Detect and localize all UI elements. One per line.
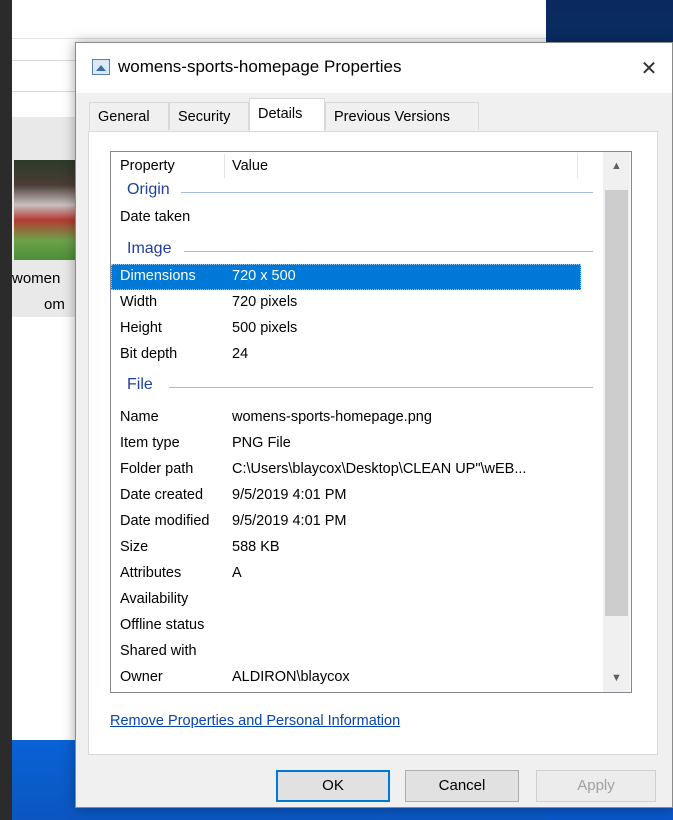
property-name: Width: [120, 294, 158, 310]
tab-general[interactable]: General: [89, 102, 169, 130]
list-item[interactable]: Offline status: [111, 613, 581, 639]
group-divider: [181, 192, 593, 193]
list-body: Origin Date taken Image Dimensions 720 x…: [111, 179, 603, 692]
properties-dialog: womens-sports-homepage Properties ✕ Gene…: [75, 42, 673, 808]
property-name: Date created: [120, 487, 204, 503]
list-item[interactable]: Height 500 pixels: [111, 316, 581, 342]
property-value: 720 x 500: [232, 268, 296, 284]
group-label: File: [127, 376, 159, 394]
column-divider[interactable]: [224, 154, 225, 178]
property-value: 9/5/2019 4:01 PM: [232, 513, 347, 529]
list-item[interactable]: Date taken: [111, 205, 581, 231]
list-item[interactable]: Date created 9/5/2019 4:01 PM: [111, 483, 581, 509]
scroll-up-icon[interactable]: ▲: [603, 152, 630, 180]
group-divider: [169, 387, 593, 388]
thumbnail-label-line2: om: [44, 296, 65, 313]
group-header-image: Image: [111, 238, 593, 264]
property-value: PNG File: [232, 435, 291, 451]
group-label: Image: [127, 240, 178, 258]
property-name: Owner: [120, 669, 163, 685]
property-value: 588 KB: [232, 539, 280, 555]
property-name: Dimensions: [120, 268, 196, 284]
property-name: Item type: [120, 435, 180, 451]
column-divider[interactable]: [577, 154, 578, 178]
group-header-file: File: [111, 374, 593, 400]
column-header-value[interactable]: Value: [232, 152, 268, 180]
tab-previous-versions[interactable]: Previous Versions: [325, 102, 479, 130]
property-name: Availability: [120, 591, 189, 607]
property-value: 720 pixels: [232, 294, 298, 310]
property-value: 24: [232, 346, 249, 362]
file-thumbnail[interactable]: [14, 160, 76, 260]
details-list[interactable]: Property Value Origin Date taken Image D…: [110, 151, 632, 693]
list-item[interactable]: Owner ALDIRON\blaycox: [111, 665, 581, 691]
cancel-button[interactable]: Cancel: [405, 770, 519, 802]
title-bar[interactable]: womens-sports-homepage Properties ✕: [76, 43, 672, 93]
list-item[interactable]: Item type PNG File: [111, 431, 581, 457]
list-item[interactable]: Bit depth 24: [111, 342, 581, 368]
list-item[interactable]: Availability: [111, 587, 581, 613]
dialog-title: womens-sports-homepage Properties: [118, 57, 402, 76]
apply-button[interactable]: Apply: [536, 770, 656, 802]
group-label: Origin: [127, 181, 176, 199]
property-name: Bit depth: [120, 346, 178, 362]
window-edge: [0, 0, 12, 820]
group-header-origin: Origin: [111, 179, 593, 205]
explorer-toolbar: [0, 0, 546, 39]
scroll-down-icon[interactable]: ▼: [603, 664, 630, 692]
details-panel: Property Value Origin Date taken Image D…: [88, 131, 658, 755]
close-button[interactable]: ✕: [626, 43, 672, 93]
property-value: 9/5/2019 4:01 PM: [232, 487, 347, 503]
property-value: womens-sports-homepage.png: [232, 409, 432, 425]
list-item[interactable]: Size 588 KB: [111, 535, 581, 561]
property-name: Date modified: [120, 513, 210, 529]
thumbnail-label: women: [12, 270, 61, 287]
scrollbar-thumb[interactable]: [605, 190, 628, 616]
list-item-selected[interactable]: Dimensions 720 x 500: [111, 264, 581, 290]
property-value: 500 pixels: [232, 320, 298, 336]
list-item[interactable]: Width 720 pixels: [111, 290, 581, 316]
property-name: Height: [120, 320, 162, 336]
property-name: Size: [120, 539, 149, 555]
image-file-icon: [92, 59, 110, 75]
property-name: Folder path: [120, 461, 194, 477]
vertical-scrollbar[interactable]: ▲ ▼: [603, 152, 630, 692]
property-name: Offline status: [120, 617, 205, 633]
thumbnail-image: [14, 160, 76, 260]
property-value: A: [232, 565, 242, 581]
tab-security[interactable]: Security: [169, 102, 249, 130]
property-name: Name: [120, 409, 159, 425]
property-name: Shared with: [120, 643, 197, 659]
list-item[interactable]: Name womens-sports-homepage.png: [111, 405, 581, 431]
list-item[interactable]: Folder path C:\Users\blaycox\Desktop\CLE…: [111, 457, 581, 483]
list-item[interactable]: Attributes A: [111, 561, 581, 587]
property-name: Date taken: [120, 209, 191, 225]
property-value: ALDIRON\blaycox: [232, 669, 350, 685]
property-name: Attributes: [120, 565, 182, 581]
ok-button[interactable]: OK: [276, 770, 390, 802]
remove-properties-link[interactable]: Remove Properties and Personal Informati…: [110, 713, 400, 729]
column-header-property[interactable]: Property: [120, 152, 175, 180]
list-item[interactable]: Date modified 9/5/2019 4:01 PM: [111, 509, 581, 535]
list-header: Property Value: [111, 152, 603, 180]
list-item[interactable]: Shared with: [111, 639, 581, 665]
tab-details[interactable]: Details: [249, 98, 325, 131]
group-divider: [184, 251, 593, 252]
property-value: C:\Users\blaycox\Desktop\CLEAN UP"\wEB..…: [232, 461, 527, 477]
